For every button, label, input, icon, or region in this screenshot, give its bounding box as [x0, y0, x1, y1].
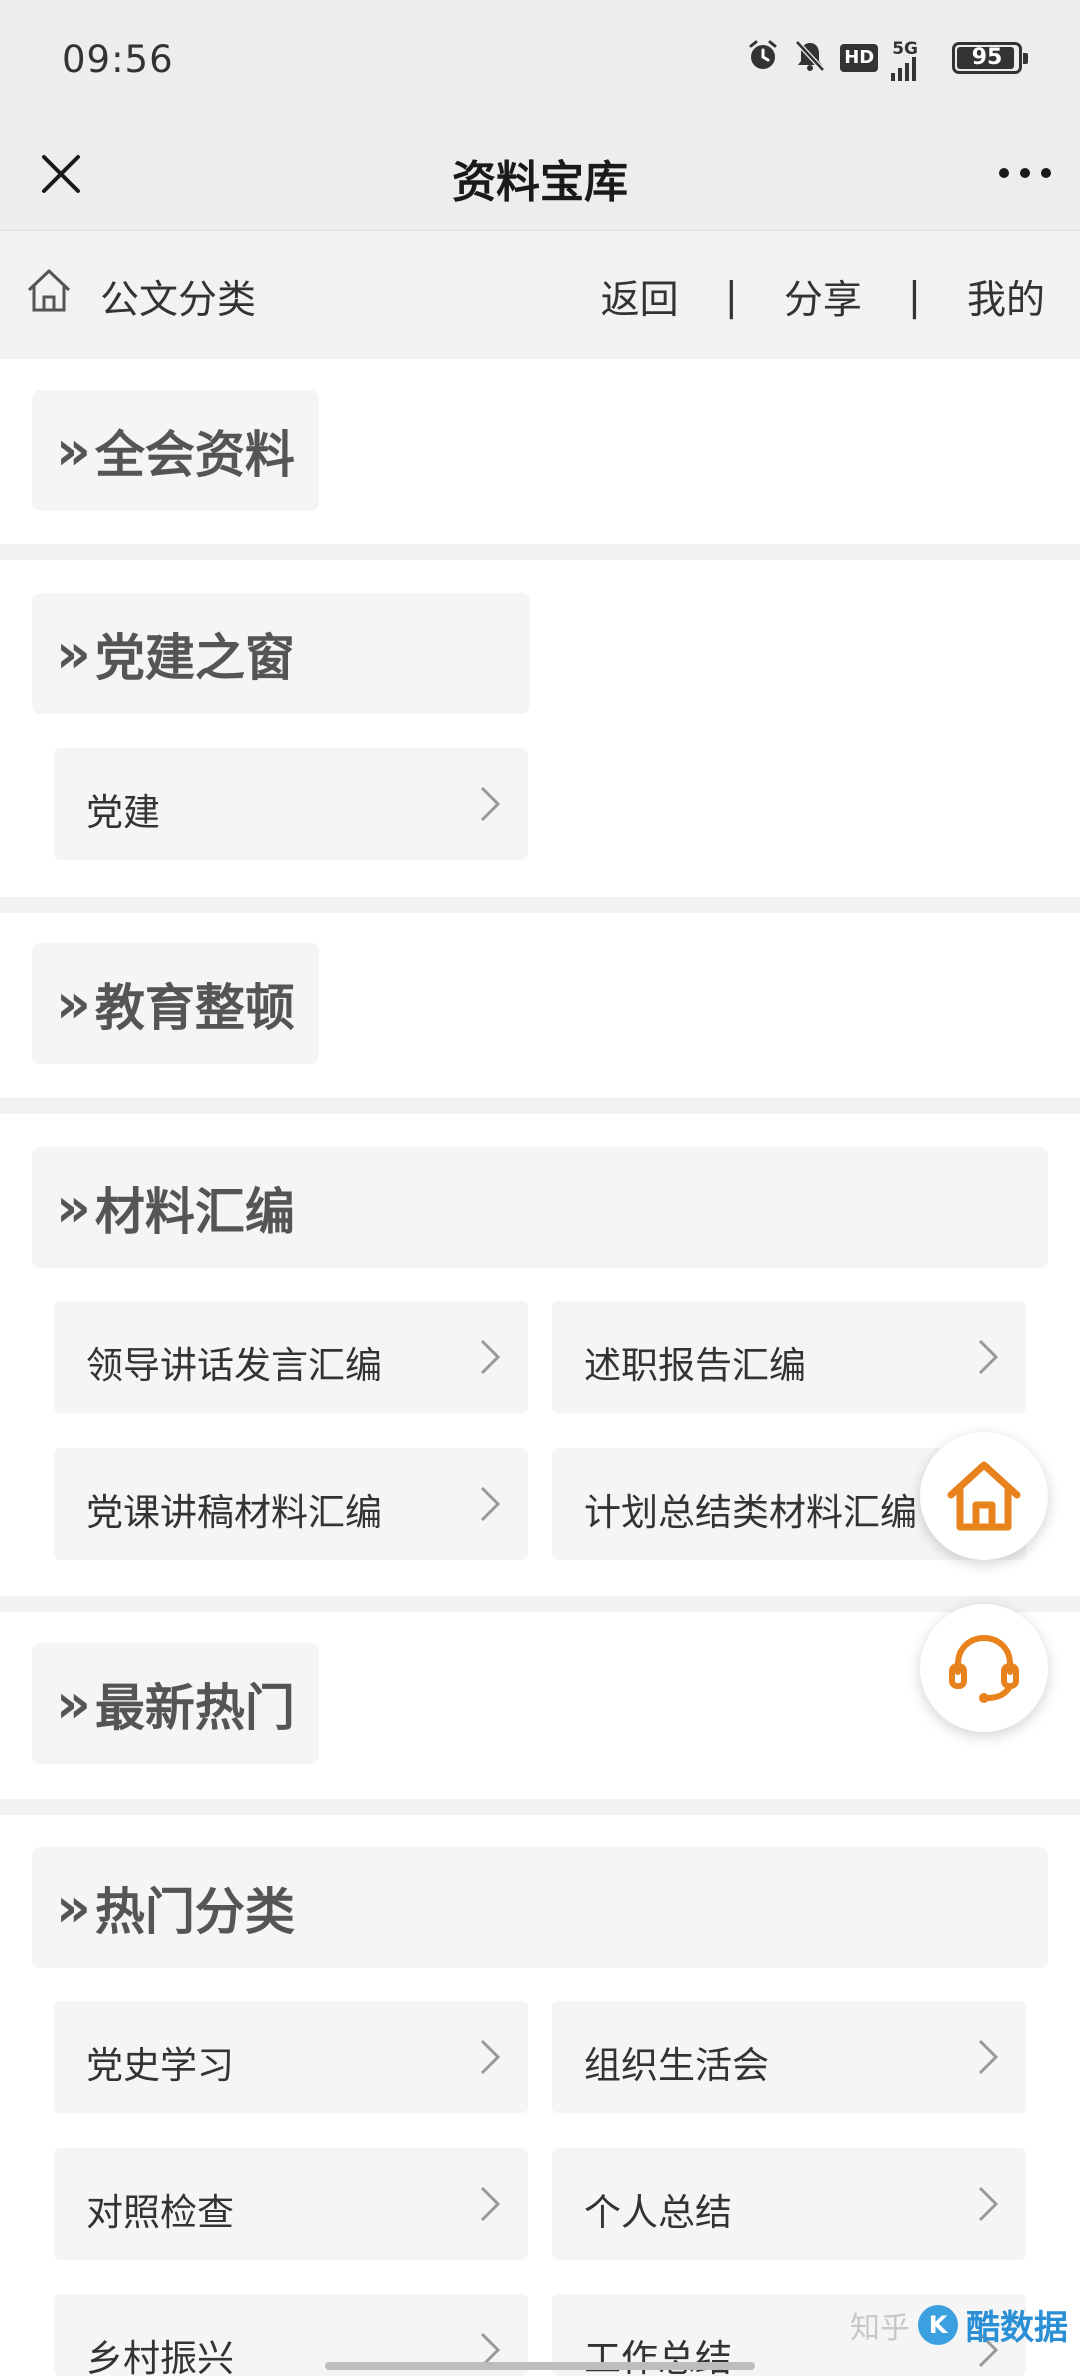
battery-icon: 95 [952, 42, 1028, 74]
headset-icon [949, 1634, 1019, 1703]
double-chevron-icon: » [56, 621, 91, 685]
category-item[interactable]: 党史学习 [54, 2001, 528, 2113]
section-party-building: » 党建之窗 党建 [0, 560, 1080, 897]
zhihu-watermark: 知乎 [850, 2310, 910, 2346]
alarm-icon [746, 39, 780, 77]
status-bar: 09:56 HD 5G 95 [0, 0, 1080, 118]
section-title: 最新热门 [94, 1678, 295, 1737]
category-item[interactable]: 个人总结 [552, 2148, 1026, 2260]
home-indicator[interactable] [325, 2362, 755, 2370]
section-title: 全会资料 [94, 425, 295, 484]
section-title: 材料汇编 [94, 1182, 295, 1241]
section-title: 教育整顿 [94, 978, 295, 1037]
watermark: 知乎 K 酷数据 [850, 2300, 1068, 2349]
category-home-label[interactable]: 公文分类 [100, 269, 256, 325]
section-latest-hot: » 最新热门 [0, 1612, 1080, 1799]
nav-bar: 资料宝库 [0, 118, 1080, 230]
category-label: 组织生活会 [584, 2044, 769, 2087]
brand-watermark: 酷数据 [966, 2308, 1068, 2348]
chevron-right-icon [480, 1486, 501, 1522]
section-divider [0, 1596, 1080, 1612]
section-divider [0, 897, 1080, 913]
battery-level: 95 [971, 45, 1003, 70]
menu-separator: | [724, 274, 738, 320]
section-hot-categories: » 热门分类 党史学习 组织生活会 对照检查 个人总结 乡村振兴 工作总结 [0, 1815, 1080, 2376]
share-link[interactable]: 分享 [784, 269, 862, 325]
section-divider [0, 1799, 1080, 1815]
signal-icon: 5G [891, 40, 918, 81]
section-title: 热门分类 [94, 1882, 295, 1941]
section-header[interactable]: » 全会资料 [32, 390, 319, 511]
home-icon [947, 1461, 1021, 1531]
category-item[interactable]: 党课讲稿材料汇编 [54, 1448, 528, 1560]
category-item[interactable]: 述职报告汇编 [552, 1301, 1026, 1413]
status-icons: HD 5G 95 [746, 38, 1028, 81]
double-chevron-icon: » [56, 1875, 91, 1939]
back-link[interactable]: 返回 [601, 269, 679, 325]
category-label: 对照检查 [86, 2191, 234, 2234]
section-divider [0, 1098, 1080, 1114]
double-chevron-icon: » [56, 1671, 91, 1735]
category-label: 计划总结类材料汇编 [584, 1491, 917, 1534]
section-header[interactable]: » 最新热门 [32, 1643, 319, 1764]
category-label: 述职报告汇编 [584, 1344, 806, 1387]
category-label: 个人总结 [584, 2191, 732, 2234]
double-chevron-icon: » [56, 418, 91, 482]
chevron-right-icon [978, 2039, 999, 2075]
more-icon[interactable] [992, 146, 1058, 200]
mine-link[interactable]: 我的 [967, 269, 1045, 325]
status-time: 09:56 [62, 38, 174, 81]
category-label: 党课讲稿材料汇编 [86, 1491, 382, 1534]
section-header[interactable]: » 教育整顿 [32, 943, 319, 1064]
brand-logo-icon: K [918, 2304, 958, 2345]
menu-separator: | [907, 274, 921, 320]
support-float-button[interactable] [920, 1604, 1048, 1732]
page-title: 资料宝库 [452, 157, 628, 208]
chevron-right-icon [480, 1339, 501, 1375]
section-education-rectification: » 教育整顿 [0, 913, 1080, 1098]
category-label: 党史学习 [86, 2044, 234, 2087]
section-header[interactable]: » 党建之窗 [32, 593, 530, 714]
section-material-compilation: » 材料汇编 领导讲话发言汇编 述职报告汇编 党课讲稿材料汇编 计划总结类材料汇… [0, 1114, 1080, 1596]
category-item[interactable]: 领导讲话发言汇编 [54, 1301, 528, 1413]
category-item[interactable]: 组织生活会 [552, 2001, 1026, 2113]
category-label: 乡村振兴 [86, 2337, 234, 2376]
section-header[interactable]: » 热门分类 [32, 1847, 1048, 1968]
chevron-right-icon [480, 2039, 501, 2075]
double-chevron-icon: » [56, 1175, 91, 1239]
section-title: 党建之窗 [94, 628, 295, 687]
category-item[interactable]: 党建 [54, 748, 528, 860]
category-label: 领导讲话发言汇编 [86, 1344, 382, 1387]
section-divider [0, 544, 1080, 560]
top-menu: 公文分类 返回 | 分享 | 我的 [0, 230, 1080, 359]
double-chevron-icon: » [56, 971, 91, 1035]
chevron-right-icon [978, 1339, 999, 1375]
section-header[interactable]: » 材料汇编 [32, 1147, 1048, 1268]
mute-icon [794, 39, 826, 77]
hd-icon: HD [840, 44, 879, 72]
category-label: 党建 [86, 791, 160, 834]
home-float-button[interactable] [920, 1432, 1048, 1560]
chevron-right-icon [978, 2186, 999, 2222]
chevron-right-icon [480, 786, 501, 822]
category-item[interactable]: 对照检查 [54, 2148, 528, 2260]
home-outline-icon[interactable] [24, 265, 74, 315]
page: 09:56 HD 5G 95 资料宝库 公文分类 返回 | 分享 | 我的 » … [0, 0, 1080, 2376]
chevron-right-icon [480, 2186, 501, 2222]
section-plenary: » 全会资料 [0, 359, 1080, 544]
top-menu-links: 返回 | 分享 | 我的 [601, 269, 1045, 325]
